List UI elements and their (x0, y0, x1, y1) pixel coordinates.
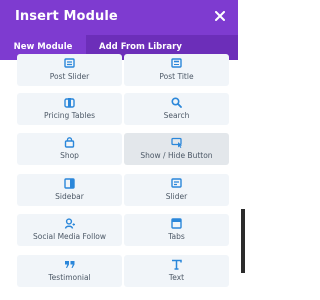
module-text[interactable]: Text (124, 255, 229, 287)
post-slider-icon (17, 57, 122, 69)
search-icon (124, 96, 229, 108)
module-show-hide-button[interactable]: Show / Hide Button (124, 133, 229, 165)
post-title-icon (124, 57, 229, 69)
module-label: Show / Hide Button (140, 151, 213, 160)
close-icon[interactable] (212, 8, 228, 24)
module-label: Search (163, 111, 190, 120)
social-media-follow-icon (17, 217, 122, 229)
module-label: Shop (60, 151, 79, 160)
module-social-media-follow[interactable]: Social Media Follow (17, 214, 122, 246)
modal-title: Insert Module (15, 9, 118, 24)
module-label: Post Title (159, 72, 194, 81)
module-label: Tabs (168, 232, 185, 241)
module-shop[interactable]: Shop (17, 133, 122, 165)
module-label: Slider (165, 192, 188, 201)
testimonial-icon (17, 258, 122, 270)
module-search[interactable]: Search (124, 93, 229, 125)
module-label: Social Media Follow (32, 232, 107, 241)
scrollbar-thumb[interactable] (241, 209, 245, 273)
text-icon (124, 258, 229, 270)
shop-icon (17, 136, 122, 148)
show-hide-button-icon (124, 136, 229, 148)
module-label: Sidebar (55, 192, 84, 201)
modal-header: Insert Module (0, 0, 238, 35)
module-slider[interactable]: Slider (124, 174, 229, 206)
module-tabs[interactable]: Tabs (124, 214, 229, 246)
slider-icon (124, 177, 229, 189)
module-post-title[interactable]: Post Title (124, 54, 229, 86)
module-sidebar[interactable]: Sidebar (17, 174, 122, 206)
module-label: Text (168, 273, 185, 282)
module-post-slider[interactable]: Post Slider (17, 54, 122, 86)
pricing-tables-icon (17, 96, 122, 108)
insert-module-modal: Insert Module New Module Add From Librar… (0, 0, 238, 300)
module-label: Pricing Tables (44, 111, 95, 120)
module-grid: Post Slider Post Title Pricing Tables Se… (0, 54, 238, 300)
module-pricing-tables[interactable]: Pricing Tables (17, 93, 122, 125)
module-label: Testimonial (48, 273, 91, 282)
module-testimonial[interactable]: Testimonial (17, 255, 122, 287)
module-label: Post Slider (49, 72, 90, 81)
tabs-icon (124, 217, 229, 229)
sidebar-icon (17, 177, 122, 189)
